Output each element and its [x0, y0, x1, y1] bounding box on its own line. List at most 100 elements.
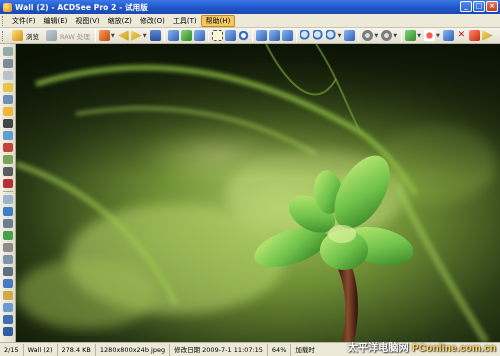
chevron-down-icon[interactable]: ▼ — [338, 33, 342, 39]
menu-view[interactable]: 视图(V) — [71, 15, 103, 27]
modified-label: 修改日期 — [174, 345, 201, 354]
toolbar-separator — [295, 29, 297, 42]
rotate-tool-icon[interactable] — [2, 267, 13, 276]
minimize-button[interactable]: _ — [460, 1, 472, 12]
actual-size-icon[interactable] — [281, 30, 293, 41]
toolbar-separator — [401, 29, 403, 42]
pan-icon[interactable] — [344, 30, 356, 41]
exposure-icon[interactable] — [2, 95, 13, 104]
watermark-brand: PConline.com.cn — [411, 343, 496, 354]
left-tool-strip — [0, 44, 16, 342]
browse-button[interactable]: 浏览 — [8, 30, 42, 41]
menu-modify[interactable]: 修改(O) — [136, 15, 169, 27]
acdsee-app-icon[interactable] — [3, 2, 12, 12]
rotate-left-icon[interactable] — [167, 30, 179, 41]
chevron-down-icon[interactable]: ▼ — [417, 33, 421, 39]
menu-edit[interactable]: 编辑(E) — [40, 15, 72, 27]
border-icon[interactable] — [2, 291, 13, 300]
maximize-button[interactable]: □ — [473, 1, 485, 12]
red-eye-icon[interactable] — [2, 179, 13, 188]
grip-icon[interactable] — [2, 47, 13, 56]
rotate-right-icon[interactable] — [180, 30, 192, 41]
brightness-icon[interactable] — [2, 107, 13, 116]
image-index: 2/15 — [0, 343, 24, 356]
window-controls: _ □ × — [460, 1, 498, 12]
delete-icon[interactable]: ✕ — [456, 30, 467, 41]
chevron-down-icon[interactable]: ▼ — [436, 33, 440, 39]
zoom-level: 64% — [268, 343, 292, 356]
blur-icon[interactable] — [2, 207, 13, 216]
fit-window-icon[interactable] — [268, 30, 280, 41]
toolbar-separator — [358, 29, 360, 42]
loading-time: 加载时 — [295, 345, 315, 354]
noise-icon[interactable] — [2, 219, 13, 228]
chevron-down-icon[interactable]: ▼ — [374, 33, 378, 39]
previous-image-icon[interactable] — [117, 30, 129, 41]
menu-file[interactable]: 文件(F) — [8, 15, 40, 27]
raw-icon — [46, 30, 57, 41]
full-screen-icon[interactable] — [255, 30, 267, 41]
raw-label: RAW 处理 — [60, 32, 90, 41]
pconline-watermark: 太平洋电脑网 PConline.com.cn — [348, 339, 496, 354]
image-dimensions: 1280x800x24b jpeg — [96, 343, 171, 356]
file-name: Wall (2) — [24, 343, 58, 356]
settings-icon[interactable] — [381, 30, 393, 41]
close-button[interactable]: × — [486, 1, 498, 12]
zoom-in-icon[interactable] — [299, 30, 311, 41]
undo-icon[interactable] — [2, 327, 13, 336]
image-viewer[interactable] — [16, 44, 500, 342]
gear-icon[interactable] — [362, 30, 374, 41]
flip-icon[interactable] — [193, 30, 205, 41]
select-tool-icon[interactable] — [2, 71, 13, 80]
crop-tool-icon[interactable] — [2, 243, 13, 252]
browse-icon — [12, 30, 23, 41]
chevron-down-icon[interactable]: ▼ — [111, 33, 115, 39]
sharpen-icon[interactable] — [2, 195, 13, 204]
zoom-out-icon[interactable] — [312, 30, 324, 41]
menu-grip[interactable] — [2, 15, 5, 26]
save-icon[interactable] — [149, 30, 161, 41]
modified-date: 修改日期 2009-7-1 11:07:15 — [170, 343, 268, 356]
browse-label: 浏览 — [26, 32, 39, 41]
crop-icon[interactable] — [224, 30, 236, 41]
copy-icon[interactable] — [442, 30, 454, 41]
auto-fix-icon[interactable] — [98, 30, 110, 41]
zoom-icon[interactable] — [325, 30, 337, 41]
raw-process-button[interactable]: RAW 处理 — [42, 30, 93, 41]
toolbar-separator — [163, 29, 165, 42]
grayscale-icon[interactable] — [2, 167, 13, 176]
hue-icon[interactable] — [2, 155, 13, 164]
next-image-icon[interactable] — [130, 30, 142, 41]
chevron-down-icon[interactable]: ▼ — [393, 33, 397, 39]
toolbar-separator — [251, 29, 253, 42]
toolbar-separator — [207, 29, 209, 42]
effects-icon[interactable] — [2, 231, 13, 240]
rotate-icon[interactable] — [237, 30, 249, 41]
add-icon[interactable] — [405, 30, 417, 41]
text-icon[interactable] — [2, 279, 13, 288]
levels-icon[interactable] — [2, 119, 13, 128]
select-icon[interactable] — [211, 30, 223, 41]
resize-icon[interactable] — [2, 255, 13, 264]
file-size: 278.4 KB — [58, 343, 96, 356]
chevron-down-icon[interactable]: ▼ — [143, 33, 147, 39]
vignette-icon[interactable] — [2, 315, 13, 324]
toolbar-grip[interactable] — [2, 30, 5, 41]
modified-value: 2009-7-1 11:07:15 — [202, 345, 263, 354]
photo-succulent — [16, 44, 500, 342]
window-title: Wall (2) - ACDSee Pro 2 - 试用版 — [15, 2, 148, 12]
menu-zoom[interactable]: 缩放(Z) — [104, 15, 136, 27]
move-icon[interactable] — [2, 59, 13, 68]
curves-icon[interactable] — [2, 131, 13, 140]
color-icon[interactable] — [2, 143, 13, 152]
menu-help[interactable]: 帮助(H) — [200, 14, 236, 27]
menu-tools[interactable]: 工具(T) — [169, 15, 201, 27]
email-icon[interactable] — [468, 30, 480, 41]
watermark-icon[interactable] — [2, 303, 13, 312]
rating-icon[interactable] — [424, 30, 435, 41]
watermark-cn: 太平洋电脑网 — [347, 343, 409, 354]
divider — [2, 191, 13, 192]
lightbulb-icon[interactable] — [2, 83, 13, 92]
toolbar: 浏览 RAW 处理 ▼ ▼ ▼ ▼ ▼ ▼ ▼ ✕ — [0, 28, 500, 44]
export-icon[interactable] — [481, 30, 493, 41]
